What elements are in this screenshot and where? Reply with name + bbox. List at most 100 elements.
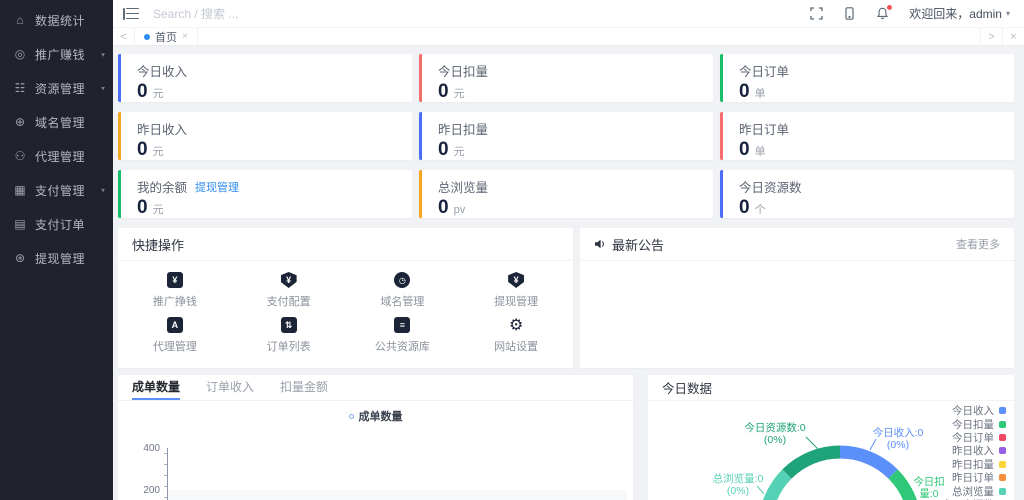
promote-money-icon: ¥ (167, 272, 183, 288)
collapse-menu-icon[interactable] (123, 8, 139, 20)
stat-card-title: 昨日扣量 (438, 119, 488, 138)
quick-op-item[interactable]: ⚙ 网站设置 (459, 317, 573, 354)
view-more-link[interactable]: 查看更多 (956, 236, 1000, 252)
main-content: 今日收入 0元 今日扣量 0元 (113, 46, 1024, 500)
domain-manage-icon: ◷ (394, 272, 410, 288)
scroll-tabs-left-button[interactable]: < (113, 28, 135, 45)
sidebar-item[interactable]: ▦ 支付管理 ▾ (0, 173, 113, 207)
chevron-down-icon: ▾ (101, 186, 105, 194)
sidebar-item[interactable]: ◎ 推广赚钱 ▾ (0, 37, 113, 71)
withdraw-manage-icon: ¥ (508, 272, 524, 288)
orders-chart-panel: 成单数量 订单收入 扣量金额 成单数量 400 200 (118, 375, 633, 500)
announcement-title: 最新公告 (612, 235, 664, 254)
stat-card-value: 0 (137, 139, 148, 160)
close-all-tabs-button[interactable]: × (1002, 28, 1024, 45)
site-settings-icon: ⚙ (508, 317, 524, 333)
donut-segment (787, 452, 840, 474)
public-resource-icon: ≡ (394, 317, 410, 333)
today-data-panel: 今日数据 今日资源数:0(0%) 今日收入:0(0%) 总浏览量:0(0%) 今… (648, 375, 1014, 500)
notification-badge (887, 5, 892, 10)
fullscreen-icon[interactable] (810, 7, 823, 20)
legend-item[interactable]: 昨日收入 (942, 444, 1007, 457)
legend-item[interactable]: 今日扣量 (942, 417, 1007, 430)
welcome-text: 欢迎回来，admin (909, 5, 1002, 22)
quick-op-item[interactable]: A 代理管理 (118, 317, 232, 354)
stat-card-value: 0 (438, 81, 449, 102)
sidebar-item[interactable]: ▤ 支付订单 ▾ (0, 207, 113, 241)
stat-card: 今日订单 0单 (720, 54, 1014, 102)
donut-callout: 总浏览量:0(0%) (712, 474, 764, 497)
quick-op-item[interactable]: ⇅ 订单列表 (232, 317, 346, 354)
donut-callout: 今日收入:0(0%) (872, 428, 924, 451)
tab-home[interactable]: 首页 × (135, 28, 198, 45)
today-donut-chart: 今日资源数:0(0%) 今日收入:0(0%) 总浏览量:0(0%) 今日扣量:0… (648, 401, 1014, 500)
legend-swatch (999, 421, 1006, 428)
legend-swatch (999, 488, 1006, 495)
speaker-icon (594, 238, 606, 250)
stat-card: 今日扣量 0元 (419, 54, 713, 102)
announcement-panel: 最新公告 查看更多 (580, 228, 1014, 368)
scroll-tabs-right-button[interactable]: > (980, 28, 1002, 45)
close-tab-icon[interactable]: × (182, 31, 188, 42)
pay-order-icon: ▤ (13, 217, 27, 231)
donut-segment (765, 474, 787, 500)
stat-card-value: 0 (739, 139, 750, 160)
legend-item[interactable]: 昨日扣量 (942, 458, 1007, 471)
domain-icon: ⊕ (13, 115, 27, 129)
mobile-icon[interactable] (843, 7, 856, 20)
stat-card: 我的余额 提现管理 0元 (118, 170, 412, 218)
quick-op-item[interactable]: ≡ 公共资源库 (346, 317, 460, 354)
bell-icon[interactable] (876, 7, 889, 20)
stat-card-unit: 单 (755, 146, 766, 158)
quick-operations-panel: 快捷操作 ¥ 推广挣钱 ¥ 支付配置 (118, 228, 573, 368)
user-menu[interactable]: 欢迎回来，admin ▾ (909, 5, 1010, 22)
legend-item[interactable]: 总浏览量 (942, 484, 1007, 497)
search-input[interactable] (153, 7, 373, 21)
stat-card-unit: 元 (153, 88, 164, 100)
chevron-down-icon: ▾ (1006, 9, 1010, 18)
line-chart-legend[interactable]: 成单数量 (349, 408, 403, 424)
sidebar-item[interactable]: ⚇ 代理管理 ▾ (0, 139, 113, 173)
resource-icon: ☷ (13, 81, 27, 95)
tab-label: 首页 (155, 29, 177, 45)
stat-card-title: 今日订单 (739, 61, 789, 80)
stat-card-unit: 元 (153, 146, 164, 158)
payment-icon: ▦ (13, 183, 27, 197)
legend-item[interactable]: 今日收入 (942, 404, 1007, 417)
stat-card-title: 昨日收入 (137, 119, 187, 138)
quick-op-item[interactable]: ¥ 推广挣钱 (118, 272, 232, 309)
stat-card: 昨日收入 0元 (118, 112, 412, 160)
stat-cards: 今日收入 0元 今日扣量 0元 (118, 54, 1014, 218)
sidebar-item[interactable]: ⌂ 数据统计 ▾ (0, 3, 113, 37)
agent-icon: ⚇ (13, 149, 27, 163)
sidebar: ⌂ 数据统计 ▾ ◎ 推广赚钱 ▾ ☷ 资源管理 ▾ ⊕ 域名管理 ▾ (0, 0, 113, 500)
legend-item[interactable]: 今日订单 (942, 431, 1007, 444)
y-axis-tick: 200 (134, 485, 160, 496)
stat-card-title: 总浏览量 (438, 177, 488, 196)
quick-op-item[interactable]: ¥ 支付配置 (232, 272, 346, 309)
quick-op-item[interactable]: ¥ 提现管理 (459, 272, 573, 309)
home-icon: ⌂ (13, 13, 27, 27)
legend-swatch (999, 447, 1006, 454)
quick-operations-title: 快捷操作 (132, 235, 184, 254)
legend-item[interactable]: 昨日订单 (942, 471, 1007, 484)
chart-tab[interactable]: 扣量金额 (280, 375, 328, 400)
chevron-down-icon: ▾ (101, 50, 105, 58)
sidebar-item[interactable]: ☷ 资源管理 ▾ (0, 71, 113, 105)
stat-card-value: 0 (438, 139, 449, 160)
chart-area-fill (168, 490, 627, 500)
sidebar-item[interactable]: ⊕ 域名管理 ▾ (0, 105, 113, 139)
donut-segment (840, 452, 893, 474)
chart-tab[interactable]: 订单收入 (206, 375, 254, 400)
agent-manage-icon: A (167, 317, 183, 333)
legend-swatch (999, 474, 1006, 481)
quick-op-item[interactable]: ◷ 域名管理 (346, 272, 460, 309)
stat-card-unit: 元 (153, 204, 164, 216)
stat-card: 今日资源数 0个 (720, 170, 1014, 218)
sidebar-menu: ⌂ 数据统计 ▾ ◎ 推广赚钱 ▾ ☷ 资源管理 ▾ ⊕ 域名管理 ▾ (0, 3, 113, 275)
withdraw-manage-link[interactable]: 提现管理 (195, 179, 239, 195)
chart-tab[interactable]: 成单数量 (132, 375, 180, 400)
stat-card-unit: pv (454, 204, 466, 216)
sidebar-item[interactable]: ⊛ 提现管理 ▾ (0, 241, 113, 275)
stat-card-title: 今日资源数 (739, 177, 802, 196)
